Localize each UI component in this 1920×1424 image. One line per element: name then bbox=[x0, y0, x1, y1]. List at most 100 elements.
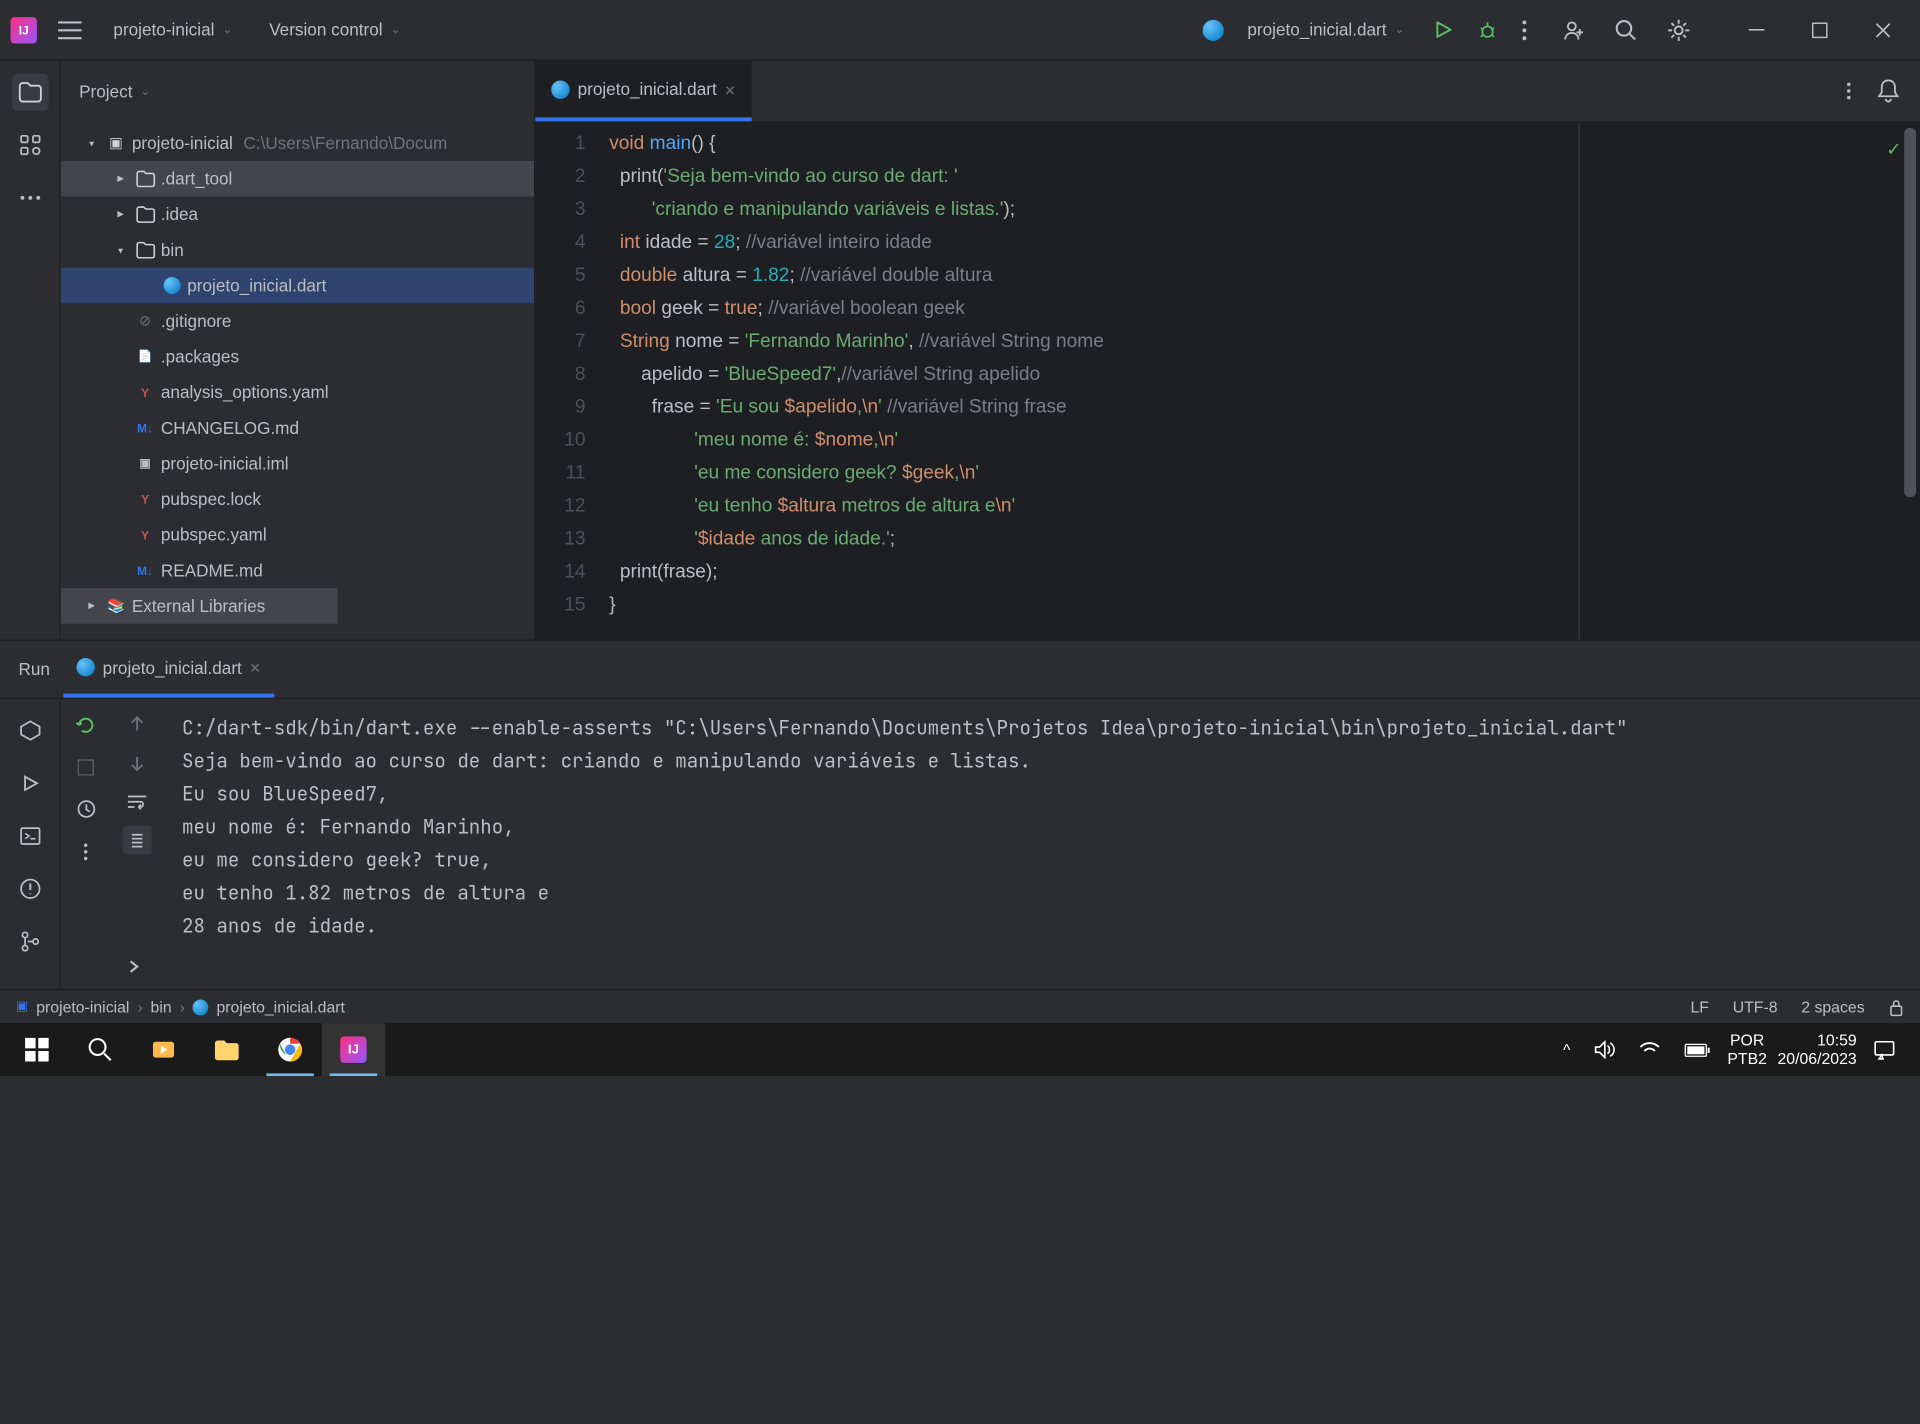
taskbar-date[interactable]: 20/06/2023 bbox=[1778, 1050, 1857, 1068]
indent[interactable]: 2 spaces bbox=[1801, 998, 1864, 1016]
start-button[interactable] bbox=[5, 1023, 68, 1076]
scroll-up-icon[interactable] bbox=[124, 709, 150, 738]
intellij-app[interactable]: IJ bbox=[322, 1023, 385, 1076]
close-tab-icon[interactable]: × bbox=[725, 78, 736, 99]
tree-item[interactable]: 📄.packages bbox=[61, 339, 534, 375]
line-separator[interactable]: LF bbox=[1690, 998, 1708, 1016]
scroll-end-icon[interactable] bbox=[123, 825, 152, 854]
services-icon[interactable] bbox=[11, 712, 48, 749]
run-tab[interactable]: projeto_inicial.dart × bbox=[63, 641, 274, 698]
expand-icon[interactable] bbox=[111, 207, 129, 222]
tray-up-icon[interactable]: ^ bbox=[1556, 1040, 1577, 1058]
soft-wrap-icon[interactable] bbox=[121, 789, 153, 815]
prompt-icon[interactable] bbox=[124, 955, 150, 979]
expand-icon[interactable] bbox=[111, 171, 129, 186]
battery-icon[interactable] bbox=[1677, 1042, 1717, 1057]
chevron-right-icon: › bbox=[137, 998, 142, 1016]
dart-icon bbox=[161, 275, 182, 296]
run-config-dropdown[interactable]: projeto_inicial.dart ⌄ bbox=[1237, 15, 1415, 45]
tree-item[interactable]: .idea bbox=[61, 196, 534, 232]
more-actions-icon[interactable] bbox=[1516, 14, 1532, 46]
tree-item[interactable]: M↓CHANGELOG.md bbox=[61, 410, 534, 446]
taskbar-kbd[interactable]: PTB2 bbox=[1727, 1050, 1767, 1068]
debug-button[interactable] bbox=[1472, 14, 1504, 46]
tree-label: External Libraries bbox=[132, 596, 265, 616]
project-tree[interactable]: ▣ projeto-inicial C:\Users\Fernando\Docu… bbox=[61, 123, 534, 640]
panel-title: Project bbox=[79, 82, 132, 102]
more-toolbar-icon[interactable] bbox=[78, 837, 94, 866]
stop-button[interactable] bbox=[73, 754, 99, 780]
media-app[interactable] bbox=[132, 1023, 195, 1076]
tree-item[interactable]: ⊘.gitignore bbox=[61, 303, 534, 339]
expand-icon[interactable] bbox=[82, 136, 100, 149]
editor-tab[interactable]: projeto_inicial.dart × bbox=[535, 61, 751, 122]
run-output[interactable]: C:/dart-sdk/bin/dart.exe --enable-assert… bbox=[164, 699, 1920, 989]
tree-item[interactable]: .dart_tool bbox=[61, 161, 534, 197]
folder-icon bbox=[135, 168, 156, 189]
tree-item[interactable]: bin bbox=[61, 232, 534, 268]
code-editor[interactable]: 123456789101112131415 void main() { prin… bbox=[535, 123, 1920, 640]
tree-label: analysis_options.yaml bbox=[161, 382, 329, 402]
terminal-icon[interactable] bbox=[11, 818, 48, 855]
problems-icon[interactable] bbox=[11, 870, 48, 907]
action-center-icon[interactable] bbox=[1867, 1039, 1901, 1060]
minimize-button[interactable] bbox=[1730, 10, 1783, 50]
titlebar: IJ projeto-inicial ⌄ Version control ⌄ p… bbox=[0, 0, 1920, 61]
taskbar-lang[interactable]: POR bbox=[1727, 1031, 1767, 1049]
wifi-icon[interactable] bbox=[1632, 1042, 1666, 1058]
external-libraries[interactable]: 📚 External Libraries bbox=[61, 588, 338, 624]
run-tool-icon[interactable] bbox=[11, 765, 48, 802]
expand-icon[interactable] bbox=[111, 243, 129, 256]
rerun-button[interactable] bbox=[70, 709, 102, 741]
tree-item[interactable]: M↓README.md bbox=[61, 553, 534, 589]
project-dropdown[interactable]: projeto-inicial ⌄ bbox=[103, 15, 243, 45]
vcs-dropdown[interactable]: Version control ⌄ bbox=[259, 15, 411, 45]
readonly-lock-icon[interactable] bbox=[1888, 998, 1904, 1016]
close-run-tab-icon[interactable]: × bbox=[250, 657, 261, 678]
search-button[interactable] bbox=[69, 1023, 132, 1076]
tree-item[interactable]: Yanalysis_options.yaml bbox=[61, 375, 534, 411]
run-button[interactable] bbox=[1428, 15, 1458, 45]
tree-item[interactable]: projeto_inicial.dart bbox=[61, 268, 534, 304]
settings-icon[interactable] bbox=[1662, 13, 1696, 47]
tree-root[interactable]: ▣ projeto-inicial C:\Users\Fernando\Docu… bbox=[61, 125, 534, 161]
inspection-ok-icon[interactable]: ✓ bbox=[1886, 133, 1901, 166]
taskbar-time[interactable]: 10:59 bbox=[1778, 1031, 1857, 1049]
more-tool-icon[interactable] bbox=[11, 179, 48, 216]
crumb[interactable]: bin bbox=[151, 998, 172, 1016]
left-tool-strip bbox=[0, 699, 61, 989]
tree-label: .idea bbox=[161, 204, 198, 224]
chrome-app[interactable] bbox=[258, 1023, 321, 1076]
collaborate-icon[interactable] bbox=[1556, 13, 1590, 47]
vcs-icon[interactable] bbox=[11, 923, 48, 960]
structure-tool-icon[interactable] bbox=[11, 127, 48, 164]
notifications-icon[interactable] bbox=[1873, 74, 1905, 108]
history-button[interactable] bbox=[71, 794, 101, 824]
file-explorer[interactable] bbox=[195, 1023, 258, 1076]
maximize-button[interactable] bbox=[1793, 10, 1846, 50]
tree-label: pubspec.yaml bbox=[161, 525, 267, 545]
tree-label: CHANGELOG.md bbox=[161, 418, 299, 438]
main-menu-icon[interactable] bbox=[53, 15, 87, 44]
crumb[interactable]: projeto-inicial bbox=[36, 998, 129, 1016]
breadcrumb[interactable]: ▣ projeto-inicial › bin › projeto_inicia… bbox=[16, 998, 345, 1016]
tree-item[interactable]: Ypubspec.lock bbox=[61, 481, 534, 517]
encoding[interactable]: UTF-8 bbox=[1733, 998, 1778, 1016]
volume-icon[interactable] bbox=[1588, 1040, 1622, 1058]
editor-scrollbar[interactable] bbox=[1904, 123, 1916, 640]
tab-more-icon[interactable] bbox=[1841, 76, 1857, 105]
crumb[interactable]: projeto_inicial.dart bbox=[216, 998, 344, 1016]
close-button[interactable] bbox=[1857, 10, 1910, 50]
scroll-down-icon[interactable] bbox=[124, 749, 150, 778]
search-icon[interactable] bbox=[1609, 13, 1643, 47]
file-icon: 📄 bbox=[135, 346, 156, 367]
tree-item[interactable]: Ypubspec.yaml bbox=[61, 517, 534, 553]
tree-item[interactable]: ▣projeto-inicial.iml bbox=[61, 446, 534, 482]
code-content[interactable]: void main() { print('Seja bem-vindo ao c… bbox=[609, 123, 1920, 640]
module-badge-icon: ▣ bbox=[16, 1000, 28, 1015]
dart-icon bbox=[193, 999, 209, 1015]
project-tool-icon[interactable] bbox=[11, 74, 48, 111]
expand-icon[interactable] bbox=[82, 599, 100, 614]
tree-label: .dart_tool bbox=[161, 169, 232, 189]
project-panel-header[interactable]: Project ⌄ bbox=[61, 61, 534, 123]
